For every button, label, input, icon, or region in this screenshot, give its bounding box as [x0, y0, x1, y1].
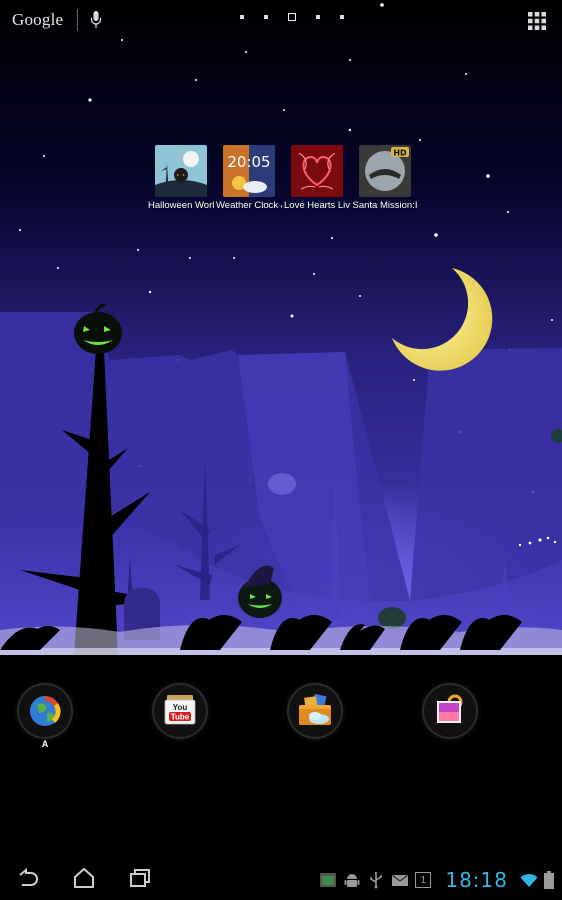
- halloween-live-wallpaper: [0, 0, 562, 655]
- app-grid-icon[interactable]: [528, 12, 546, 30]
- screenshot-icon: [320, 873, 337, 887]
- weather-clock-thumbnail[interactable]: 20:05: [223, 145, 275, 197]
- gallery-icon[interactable]: [431, 692, 469, 730]
- notification-count-icon: 1: [415, 872, 432, 888]
- shortcut-label: Weather Clock &: [216, 200, 282, 211]
- page-dot: [340, 15, 344, 19]
- dock-gallery[interactable]: [424, 685, 476, 737]
- youtube-icon[interactable]: You Tube: [161, 692, 199, 730]
- gmail-icon: [391, 874, 409, 886]
- hd-badge: HD: [393, 149, 407, 158]
- dock-browser[interactable]: [19, 685, 71, 737]
- file-manager-icon[interactable]: [295, 691, 335, 731]
- usb-icon: [370, 872, 383, 889]
- google-logo[interactable]: Google: [12, 10, 63, 30]
- page-dot: [316, 15, 320, 19]
- shortcut-weather-clock[interactable]: 20:05 Weather Clock &: [216, 145, 282, 211]
- page-dot: [240, 15, 244, 19]
- shortcut-label: Halloween Worl: [148, 200, 214, 211]
- microphone-icon[interactable]: [90, 11, 102, 29]
- shortcut-label: Love Hearts Liv: [284, 200, 350, 211]
- battery-icon: [544, 871, 554, 889]
- page-dot: [264, 15, 268, 19]
- browser-icon[interactable]: [25, 691, 65, 731]
- search-divider: [77, 9, 79, 31]
- dock-youtube[interactable]: You Tube: [154, 685, 206, 737]
- status-clock: 18:18: [445, 868, 508, 892]
- home-page-indicator: [230, 13, 354, 21]
- home-shortcuts-row: Halloween Worl 20:05 Weather Clock & Lov…: [148, 145, 418, 211]
- svg-text:You: You: [173, 703, 188, 712]
- google-search-bar[interactable]: Google: [12, 8, 102, 32]
- dock-file-manager[interactable]: [289, 685, 341, 737]
- shortcut-label: Santa Mission:I: [352, 200, 418, 211]
- love-hearts-thumbnail[interactable]: [291, 145, 343, 197]
- shortcut-love-hearts[interactable]: Love Hearts Liv: [284, 145, 350, 211]
- shortcut-halloween-world[interactable]: Halloween Worl: [148, 145, 214, 211]
- santa-mission-thumbnail[interactable]: HD: [359, 145, 411, 197]
- shortcut-santa-mission[interactable]: HD Santa Mission:I: [352, 145, 418, 211]
- svg-text:Tube: Tube: [171, 713, 190, 722]
- wifi-icon: [520, 873, 538, 887]
- android-debug-icon: [344, 874, 360, 887]
- page-dot-current: [288, 13, 296, 21]
- back-icon[interactable]: [16, 866, 40, 890]
- notification-count: 1: [420, 874, 427, 886]
- halloween-world-thumbnail[interactable]: [155, 145, 207, 197]
- home-icon[interactable]: [72, 866, 96, 890]
- dock-label: A: [41, 739, 49, 749]
- status-area[interactable]: 1 18:18: [313, 868, 554, 892]
- weather-clock-time: 20:05: [227, 153, 270, 171]
- recent-apps-icon[interactable]: [128, 866, 152, 890]
- favorites-dock: A You Tube: [0, 655, 562, 765]
- system-bar: 1 18:18: [0, 856, 562, 900]
